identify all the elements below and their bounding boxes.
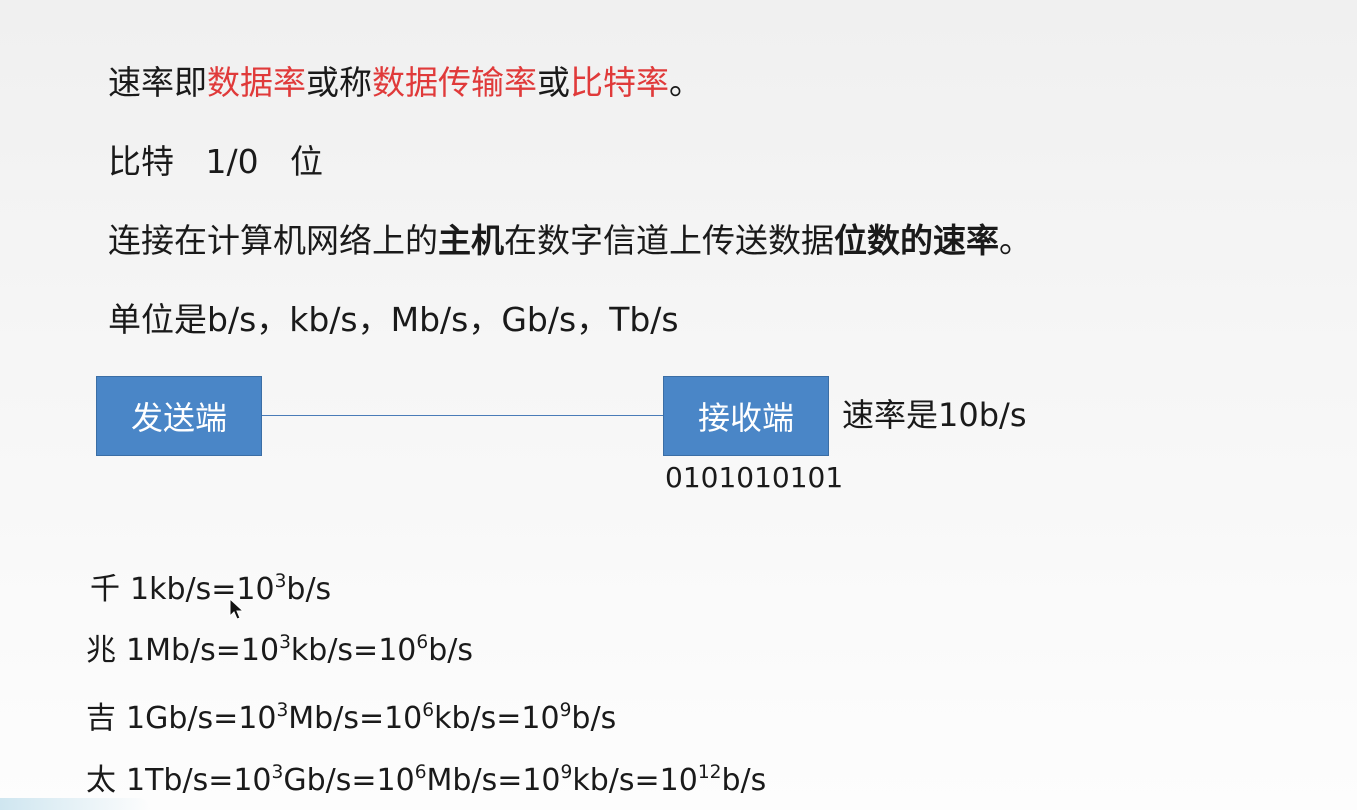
rate-note: 速率是10b/s — [842, 396, 1027, 434]
formula-tera-part: kb/s=10 — [572, 763, 698, 798]
formula-tera-part: 1Tb/s=10 — [126, 763, 272, 798]
slide-corner-decoration — [0, 798, 150, 810]
definition-text-1: 速率即 — [108, 63, 207, 102]
prefix-kilo: 千 — [90, 572, 120, 607]
sender-box: 发送端 — [96, 376, 262, 456]
formula-tera: 太 1Tb/s=103Gb/s=106Mb/s=109kb/s=1012b/s — [86, 763, 767, 798]
formula-kilo-part: 1kb/s=10 — [130, 572, 275, 607]
explanation-text-1: 连接在计算机网络上的 — [108, 221, 438, 260]
definition-text-2: 或称 — [306, 63, 372, 102]
formula-mega-part: b/s — [428, 633, 473, 668]
formula-tera-part: b/s — [721, 763, 767, 798]
term-data-transfer-rate: 数据传输率 — [372, 63, 537, 102]
link-line — [262, 415, 664, 416]
explanation-line: 连接在计算机网络上的主机在数字信道上传送数据位数的速率。 — [108, 224, 1032, 257]
explanation-text-3: 。 — [999, 221, 1032, 260]
formula-mega: 兆 1Mb/s=103kb/s=106b/s — [86, 633, 473, 668]
term-bit-rate-speed: 位数的速率 — [834, 221, 999, 260]
formula-giga-part: kb/s=10 — [434, 701, 560, 736]
formula-mega-part: 1Mb/s=10 — [126, 633, 280, 668]
exponent: 6 — [416, 631, 429, 653]
explanation-text-2: 在数字信道上传送数据 — [504, 221, 834, 260]
exponent: 3 — [271, 761, 284, 783]
mouse-cursor-icon — [229, 598, 245, 620]
exponent: 3 — [276, 699, 289, 721]
formula-giga: 吉 1Gb/s=103Mb/s=106kb/s=109b/s — [86, 701, 617, 736]
exponent: 9 — [560, 761, 573, 783]
exponent: 3 — [274, 570, 287, 592]
formula-giga-part: Mb/s=10 — [288, 701, 423, 736]
formula-tera-part: Gb/s=10 — [283, 763, 415, 798]
exponent: 9 — [559, 699, 572, 721]
prefix-giga: 吉 — [86, 701, 116, 736]
definition-line: 速率即数据率或称数据传输率或比特率。 — [108, 66, 702, 99]
exponent: 6 — [422, 699, 435, 721]
term-host: 主机 — [438, 221, 504, 260]
exponent: 12 — [697, 761, 722, 783]
exponent: 3 — [279, 631, 291, 653]
unit-line: 单位是b/s，kb/s，Mb/s，Gb/s，Tb/s — [108, 300, 679, 339]
definition-text-4: 。 — [669, 63, 702, 102]
formula-kilo: 千 1kb/s=103b/s — [90, 572, 332, 607]
prefix-tera: 太 — [86, 763, 116, 798]
formula-giga-part: 1Gb/s=10 — [126, 701, 277, 736]
formula-giga-part: b/s — [571, 701, 617, 736]
bit-sequence: 0101010101 — [665, 461, 844, 494]
exponent: 6 — [414, 761, 427, 783]
term-bit-rate: 比特率 — [570, 63, 669, 102]
receiver-box: 接收端 — [663, 376, 829, 456]
bit-line: 比特 1/0 位 — [108, 142, 324, 181]
formula-tera-part: Mb/s=10 — [426, 763, 561, 798]
formula-kilo-part: b/s — [286, 572, 332, 607]
definition-text-3: 或 — [537, 63, 570, 102]
term-data-rate: 数据率 — [207, 63, 306, 102]
prefix-mega: 兆 — [86, 633, 116, 668]
formula-mega-part: kb/s=10 — [290, 633, 417, 668]
